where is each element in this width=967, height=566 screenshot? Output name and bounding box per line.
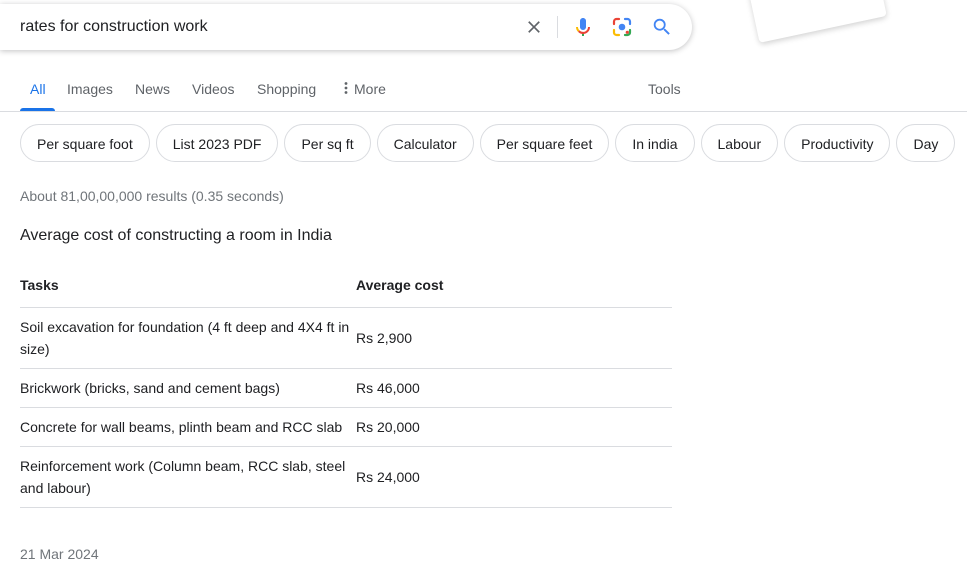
tab-all[interactable]: All — [30, 81, 46, 97]
chip-productivity[interactable]: Productivity — [784, 124, 891, 162]
cost-cell: Rs 24,000 — [356, 469, 420, 485]
chip-in-india[interactable]: In india — [615, 124, 695, 162]
tab-shopping[interactable]: Shopping — [257, 81, 316, 97]
task-cell: Reinforcement work (Column beam, RCC sla… — [20, 458, 346, 496]
camera-lens-icon[interactable] — [610, 15, 634, 39]
result-stats: About 81,00,00,000 results (0.35 seconds… — [20, 188, 284, 204]
table-row: Reinforcement work (Column beam, RCC sla… — [20, 447, 672, 508]
refinement-chips: Per square foot List 2023 PDF Per sq ft Cal… — [20, 124, 961, 164]
tab-news[interactable]: News — [135, 81, 170, 97]
cost-cell: Rs 20,000 — [356, 419, 420, 435]
tabs-divider — [0, 111, 967, 112]
decorative-paper-shape — [747, 0, 887, 43]
search-input[interactable] — [20, 16, 500, 38]
header-average-cost: Average cost — [356, 276, 444, 293]
vertical-dots-icon — [344, 81, 348, 97]
chip-per-square-feet[interactable]: Per square feet — [479, 124, 610, 162]
snippet-date: 21 Mar 2024 — [20, 546, 99, 562]
chip-per-square-foot[interactable]: Per square foot — [20, 124, 150, 162]
tab-images[interactable]: Images — [67, 81, 113, 97]
chip-per-sq-ft[interactable]: Per sq ft — [284, 124, 371, 162]
cost-table: Tasks Average cost Soil excavation for f… — [20, 262, 672, 508]
search-divider — [557, 16, 558, 38]
snippet-title: Average cost of constructing a room in I… — [20, 227, 332, 244]
table-row: Concrete for wall beams, plinth beam and… — [20, 408, 672, 447]
table-row: Brickwork (bricks, sand and cement bags)… — [20, 369, 672, 408]
cost-cell: Rs 46,000 — [356, 380, 420, 396]
chip-list-2023-pdf[interactable]: List 2023 PDF — [155, 124, 279, 162]
tab-more[interactable]: More — [344, 81, 386, 97]
chip-day[interactable]: Day — [896, 124, 956, 162]
tab-more-label: More — [354, 81, 386, 97]
search-tabs: All Images News Videos Shopping More Too… — [0, 70, 967, 111]
task-cell: Concrete for wall beams, plinth beam and… — [20, 419, 343, 435]
tools-button[interactable]: Tools — [648, 81, 681, 97]
table-row: Soil excavation for foundation (4 ft dee… — [20, 308, 672, 369]
microphone-icon[interactable] — [571, 15, 595, 39]
chip-calculator[interactable]: Calculator — [376, 124, 474, 162]
task-cell: Soil excavation for foundation (4 ft dee… — [20, 319, 350, 357]
cost-cell: Rs 2,900 — [356, 330, 413, 346]
tab-videos[interactable]: Videos — [192, 81, 235, 97]
chip-labour[interactable]: Labour — [700, 124, 779, 162]
task-cell: Brickwork (bricks, sand and cement bags) — [20, 380, 280, 396]
header-tasks: Tasks — [20, 276, 59, 293]
table-header: Tasks Average cost — [20, 262, 672, 308]
close-icon[interactable] — [522, 15, 546, 39]
search-icon[interactable] — [650, 15, 674, 39]
search-box[interactable] — [0, 4, 692, 50]
